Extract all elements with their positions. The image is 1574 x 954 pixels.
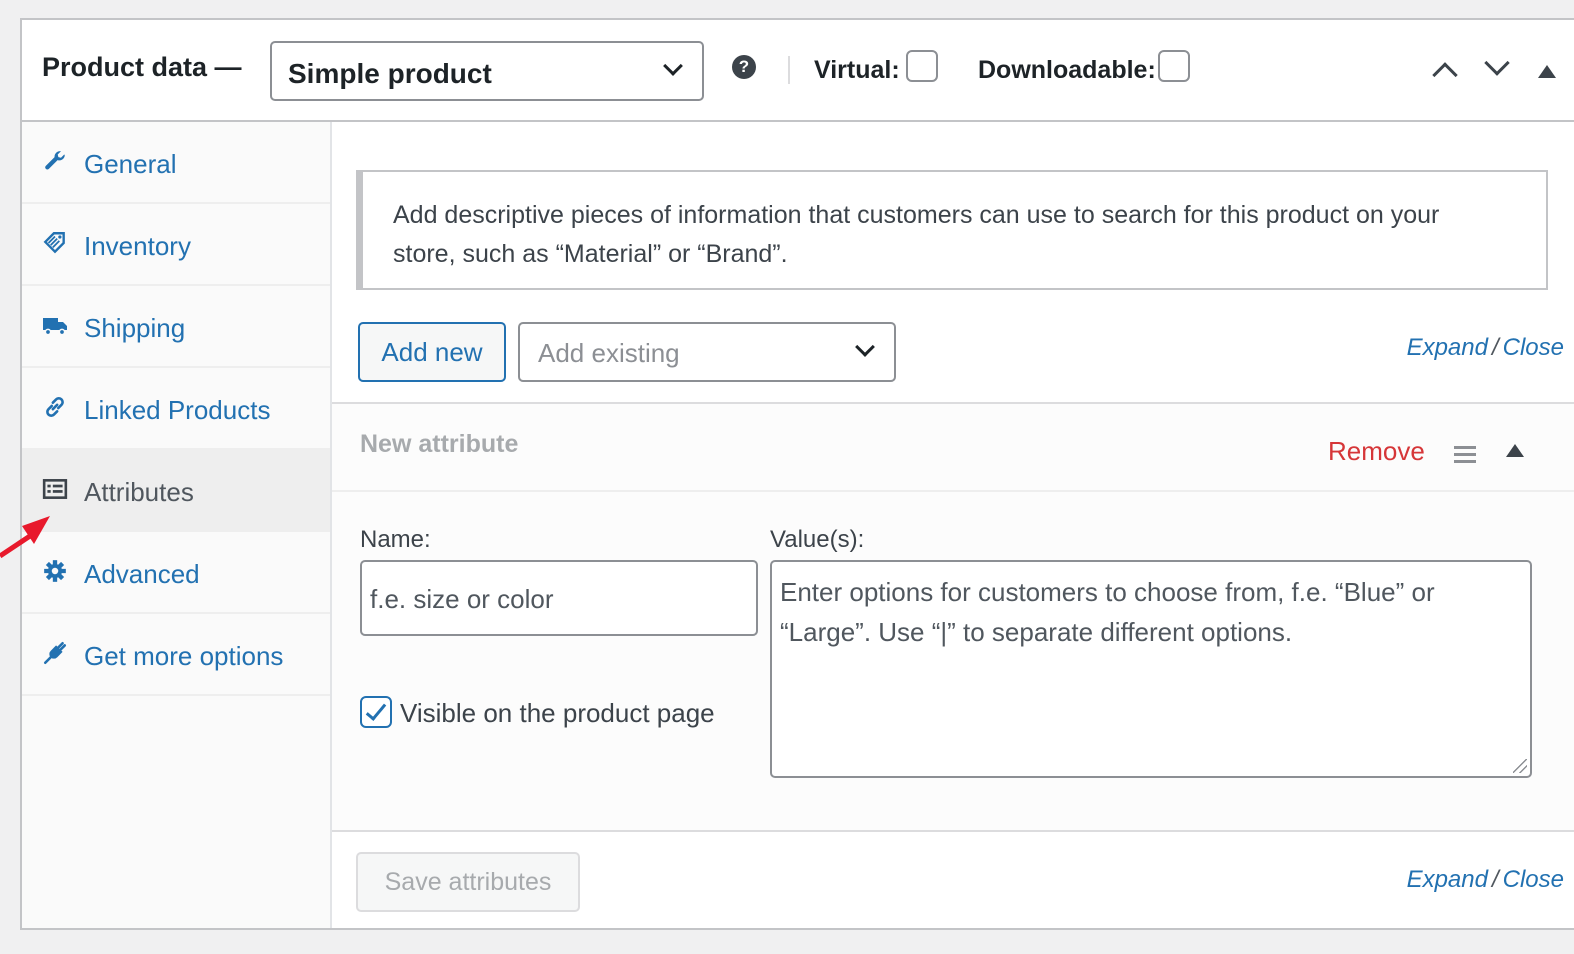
tab-label: Inventory	[84, 231, 191, 261]
attribute-header[interactable]: New attribute Remove	[332, 404, 1574, 492]
notice-text: Add descriptive pieces of information th…	[393, 201, 1440, 268]
expand-close-separator: /	[1491, 334, 1499, 361]
annotation-arrow-icon	[0, 516, 50, 558]
header-divider	[788, 56, 790, 84]
expand-link[interactable]: Expand	[1407, 334, 1488, 361]
expand-close-top: Expand / Close	[1407, 334, 1564, 362]
add-new-attribute-button[interactable]: Add new	[358, 322, 506, 382]
resize-handle-icon[interactable]	[1513, 759, 1527, 773]
move-up-icon[interactable]	[1432, 62, 1458, 88]
checkmark-icon	[365, 699, 387, 721]
downloadable-label: Downloadable:	[978, 56, 1156, 84]
expand-close-bottom: Expand / Close	[1407, 866, 1564, 894]
downloadable-checkbox[interactable]	[1158, 50, 1190, 82]
attribute-title: New attribute	[360, 430, 519, 458]
product-data-panel: Product data — Simple product ? Virtual:…	[20, 18, 1574, 930]
collapse-attribute-icon[interactable]	[1506, 444, 1524, 457]
truck-icon	[43, 318, 67, 336]
question-circle-icon[interactable]: ?	[732, 55, 756, 79]
tab-label: Advanced	[84, 559, 200, 589]
product-type-select[interactable]: Simple product	[270, 41, 704, 101]
add-existing-placeholder: Add existing	[538, 338, 680, 368]
product-data-tabs: General Inventory Shipping Linked Produc…	[22, 122, 332, 928]
visible-on-product-page-label[interactable]: Visible on the product page	[400, 698, 715, 729]
link-icon	[46, 397, 64, 417]
virtual-checkbox[interactable]	[906, 50, 938, 82]
panel-title: Product data —	[42, 52, 242, 82]
move-down-icon[interactable]	[1484, 50, 1510, 76]
tab-linked-products[interactable]: Linked Products	[22, 368, 330, 450]
tab-label: Get more options	[84, 641, 284, 671]
collapse-panel-icon[interactable]	[1538, 65, 1556, 78]
tag-icon	[43, 232, 65, 254]
list-view-icon	[42, 479, 68, 499]
tab-label: Attributes	[84, 477, 194, 507]
tab-inventory[interactable]: Inventory	[22, 204, 330, 286]
tab-general[interactable]: General	[22, 122, 330, 204]
name-label: Name:	[360, 526, 431, 553]
virtual-label: Virtual:	[814, 56, 900, 84]
tab-label: General	[84, 149, 177, 179]
tab-advanced[interactable]: Advanced	[22, 532, 330, 614]
drag-handle-icon[interactable]	[1454, 446, 1476, 467]
save-attributes-button[interactable]: Save attributes	[356, 852, 580, 912]
expand-close-separator: /	[1491, 866, 1499, 893]
tab-label: Shipping	[84, 313, 186, 343]
product-type-value: Simple product	[288, 58, 492, 89]
values-placeholder: Enter options for customers to choose fr…	[780, 577, 1435, 647]
attribute-name-input[interactable]: f.e. size or color	[360, 560, 758, 636]
values-label: Value(s):	[770, 526, 865, 553]
plugin-icon	[43, 641, 67, 665]
attribute-item: New attribute Remove Name: f.e. size or …	[332, 402, 1574, 832]
expand-link[interactable]: Expand	[1407, 866, 1488, 893]
name-placeholder: f.e. size or color	[370, 584, 554, 614]
attribute-values-textarea[interactable]: Enter options for customers to choose fr…	[770, 560, 1532, 778]
remove-attribute-link[interactable]: Remove	[1328, 436, 1425, 467]
add-existing-select[interactable]: Add existing	[518, 322, 896, 382]
panel-header: Product data — Simple product ? Virtual:…	[22, 20, 1574, 122]
tab-label: Linked Products	[84, 395, 271, 425]
close-link[interactable]: Close	[1503, 866, 1564, 893]
gear-icon	[44, 560, 66, 582]
wrench-icon	[45, 151, 65, 170]
tab-shipping[interactable]: Shipping	[22, 286, 330, 368]
tab-get-more-options[interactable]: Get more options	[22, 614, 330, 696]
chevron-down-icon	[663, 56, 683, 76]
attributes-notice: Add descriptive pieces of information th…	[356, 170, 1548, 290]
tab-attributes[interactable]: Attributes	[22, 450, 330, 532]
close-link[interactable]: Close	[1503, 334, 1564, 361]
visible-on-product-page-checkbox[interactable]	[360, 696, 392, 728]
chevron-down-icon	[855, 337, 875, 357]
